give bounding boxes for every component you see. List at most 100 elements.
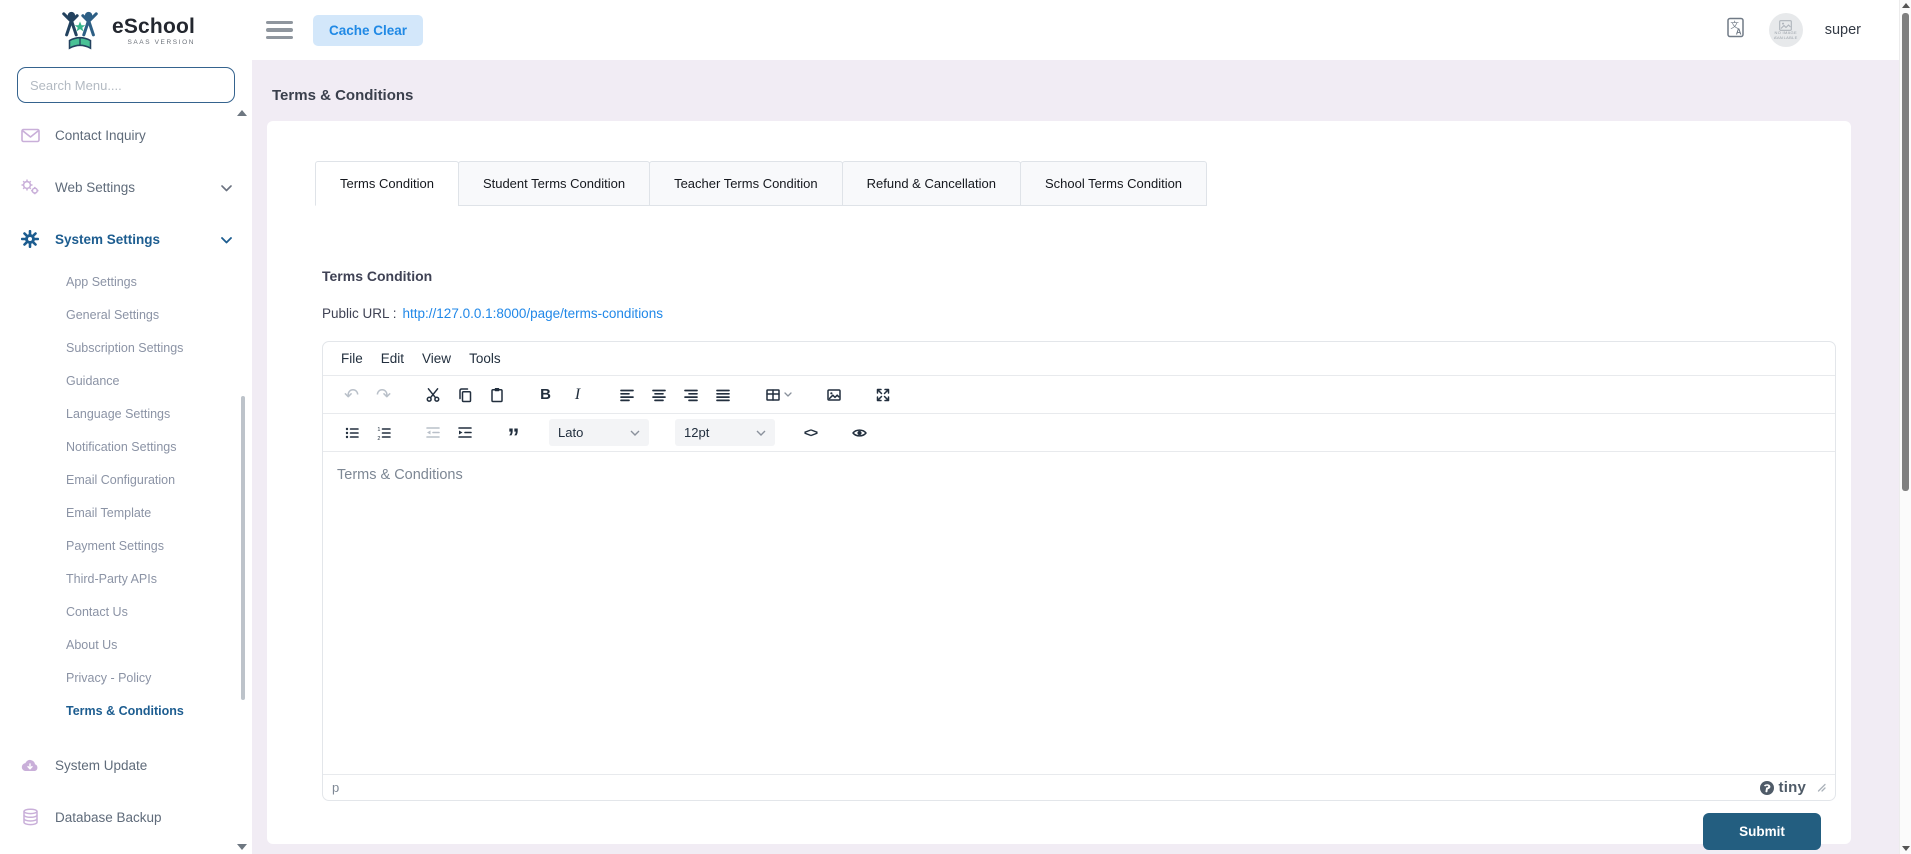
sidebar: eSchool SAAS VERSION Contact Inquiry [0, 0, 252, 854]
topbar-right: 文 A NO IMAGE AVAILABLE super [1724, 13, 1861, 47]
sidebar-bottom-nav: System Update Database Backup [0, 745, 252, 837]
editor-statusbar: p tiny [323, 774, 1835, 800]
tiny-logo[interactable]: tiny [1759, 779, 1806, 796]
table-icon[interactable] [758, 381, 798, 408]
outdent-icon[interactable] [419, 419, 446, 446]
sidebar-scroll-up-icon[interactable] [237, 110, 247, 116]
submenu-item-guidance[interactable]: Guidance [0, 364, 252, 397]
submit-button[interactable]: Submit [1703, 813, 1821, 850]
sidebar-search [17, 67, 235, 103]
menu-view[interactable]: View [413, 347, 460, 370]
submenu-item-email-configuration[interactable]: Email Configuration [0, 463, 252, 496]
sidebar-item-system-settings[interactable]: System Settings [0, 219, 252, 259]
scroll-down-icon[interactable] [1902, 846, 1910, 851]
submenu-item-general-settings[interactable]: General Settings [0, 298, 252, 331]
submenu-item-about-us[interactable]: About Us [0, 628, 252, 661]
submenu-item-app-settings[interactable]: App Settings [0, 265, 252, 298]
align-right-icon[interactable] [677, 381, 704, 408]
hamburger-menu-icon[interactable] [266, 20, 293, 40]
sidebar-item-contact-inquiry[interactable]: Contact Inquiry [0, 115, 252, 155]
redo-icon[interactable]: ↷ [370, 381, 397, 408]
tab-bar: Terms Condition Student Terms Condition … [267, 121, 1851, 206]
font-family-select[interactable]: Lato [549, 419, 649, 446]
sidebar-scrollbar-thumb[interactable] [241, 396, 245, 700]
sidebar-nav: Contact Inquiry Web Settings System Sett… [0, 115, 252, 837]
submenu-item-payment-settings[interactable]: Payment Settings [0, 529, 252, 562]
tiny-brand-label: tiny [1778, 779, 1806, 796]
menu-edit[interactable]: Edit [372, 347, 413, 370]
tab-terms-condition[interactable]: Terms Condition [315, 161, 459, 206]
font-family-value: Lato [558, 425, 584, 440]
numbered-list-icon[interactable]: 12 [370, 419, 397, 446]
tab-teacher-terms-condition[interactable]: Teacher Terms Condition [649, 161, 843, 206]
app-root: eSchool SAAS VERSION Contact Inquiry [0, 0, 1911, 854]
sidebar-item-system-update[interactable]: System Update [0, 745, 252, 785]
brand-name: eSchool [111, 14, 196, 38]
fullscreen-icon[interactable] [869, 381, 896, 408]
submenu-item-contact-us[interactable]: Contact Us [0, 595, 252, 628]
section-heading: Terms Condition [322, 268, 433, 284]
translate-icon[interactable]: 文 A [1724, 16, 1747, 44]
paste-icon[interactable] [483, 381, 510, 408]
envelope-icon [20, 128, 40, 143]
bullet-list-icon[interactable] [338, 419, 365, 446]
copy-icon[interactable] [451, 381, 478, 408]
eschool-logo-icon [62, 11, 98, 50]
username[interactable]: super [1825, 22, 1861, 38]
undo-icon[interactable]: ↶ [338, 381, 365, 408]
align-left-icon[interactable] [613, 381, 640, 408]
sidebar-item-label: System Settings [55, 231, 161, 247]
brand-text: eSchool SAAS VERSION [112, 16, 195, 47]
bold-icon[interactable]: B [532, 381, 559, 408]
chevron-down-icon [221, 180, 232, 195]
submenu-item-privacy-policy[interactable]: Privacy - Policy [0, 661, 252, 694]
brand-subtitle: SAAS VERSION [127, 38, 196, 46]
sidebar-item-label: Contact Inquiry [55, 127, 146, 143]
tab-school-terms-condition[interactable]: School Terms Condition [1019, 161, 1208, 206]
cache-clear-button[interactable]: Cache Clear [313, 14, 424, 46]
indent-icon[interactable] [451, 419, 478, 446]
editor-content-area[interactable]: Terms & Conditions [323, 452, 1835, 774]
tab-student-terms-condition[interactable]: Student Terms Condition [457, 161, 651, 206]
submenu-item-terms-conditions[interactable]: Terms & Conditions [0, 694, 252, 727]
preview-eye-icon[interactable] [846, 419, 873, 446]
brand-logo-row[interactable]: eSchool SAAS VERSION [0, 0, 252, 52]
submenu-item-email-template[interactable]: Email Template [0, 496, 252, 529]
blockquote-icon[interactable]: ” [500, 419, 527, 449]
submenu-item-third-party-apis[interactable]: Third-Party APIs [0, 562, 252, 595]
cut-icon[interactable] [419, 381, 446, 408]
sidebar-scroll-down-icon[interactable] [237, 844, 247, 850]
element-path[interactable]: p [332, 780, 339, 795]
menu-tools[interactable]: Tools [460, 347, 510, 370]
svg-text:A: A [1736, 28, 1742, 37]
font-size-select[interactable]: 12pt [675, 419, 775, 446]
public-url-link[interactable]: http://127.0.0.1:8000/page/terms-conditi… [403, 306, 663, 321]
gears-icon [20, 178, 40, 196]
avatar-placeholder-text: NO IMAGE AVAILABLE [1773, 29, 1798, 40]
svg-text:2: 2 [377, 436, 380, 441]
search-menu-input[interactable] [30, 77, 222, 93]
database-icon [20, 808, 40, 826]
italic-icon[interactable]: I [564, 381, 591, 408]
submit-row: Submit [322, 801, 1836, 850]
align-center-icon[interactable] [645, 381, 672, 408]
tab-refund-cancellation[interactable]: Refund & Cancellation [841, 161, 1021, 206]
insert-image-icon[interactable] [820, 381, 847, 408]
sidebar-item-label: Database Backup [55, 809, 162, 825]
sidebar-item-web-settings[interactable]: Web Settings [0, 167, 252, 207]
source-code-icon[interactable]: <> [797, 419, 824, 446]
avatar[interactable]: NO IMAGE AVAILABLE [1768, 13, 1803, 47]
gear-icon [20, 230, 40, 248]
submenu-item-notification-settings[interactable]: Notification Settings [0, 430, 252, 463]
sidebar-item-database-backup[interactable]: Database Backup [0, 797, 252, 837]
page-scrollbar[interactable] [1899, 0, 1911, 854]
resize-handle-icon[interactable] [1816, 779, 1826, 797]
font-size-value: 12pt [684, 425, 710, 440]
submenu-item-subscription-settings[interactable]: Subscription Settings [0, 331, 252, 364]
submenu-item-language-settings[interactable]: Language Settings [0, 397, 252, 430]
scrollbar-thumb[interactable] [1902, 13, 1909, 491]
align-justify-icon[interactable] [709, 381, 736, 408]
chevron-down-icon [221, 232, 232, 247]
scroll-up-icon[interactable] [1902, 3, 1910, 8]
menu-file[interactable]: File [332, 347, 372, 370]
